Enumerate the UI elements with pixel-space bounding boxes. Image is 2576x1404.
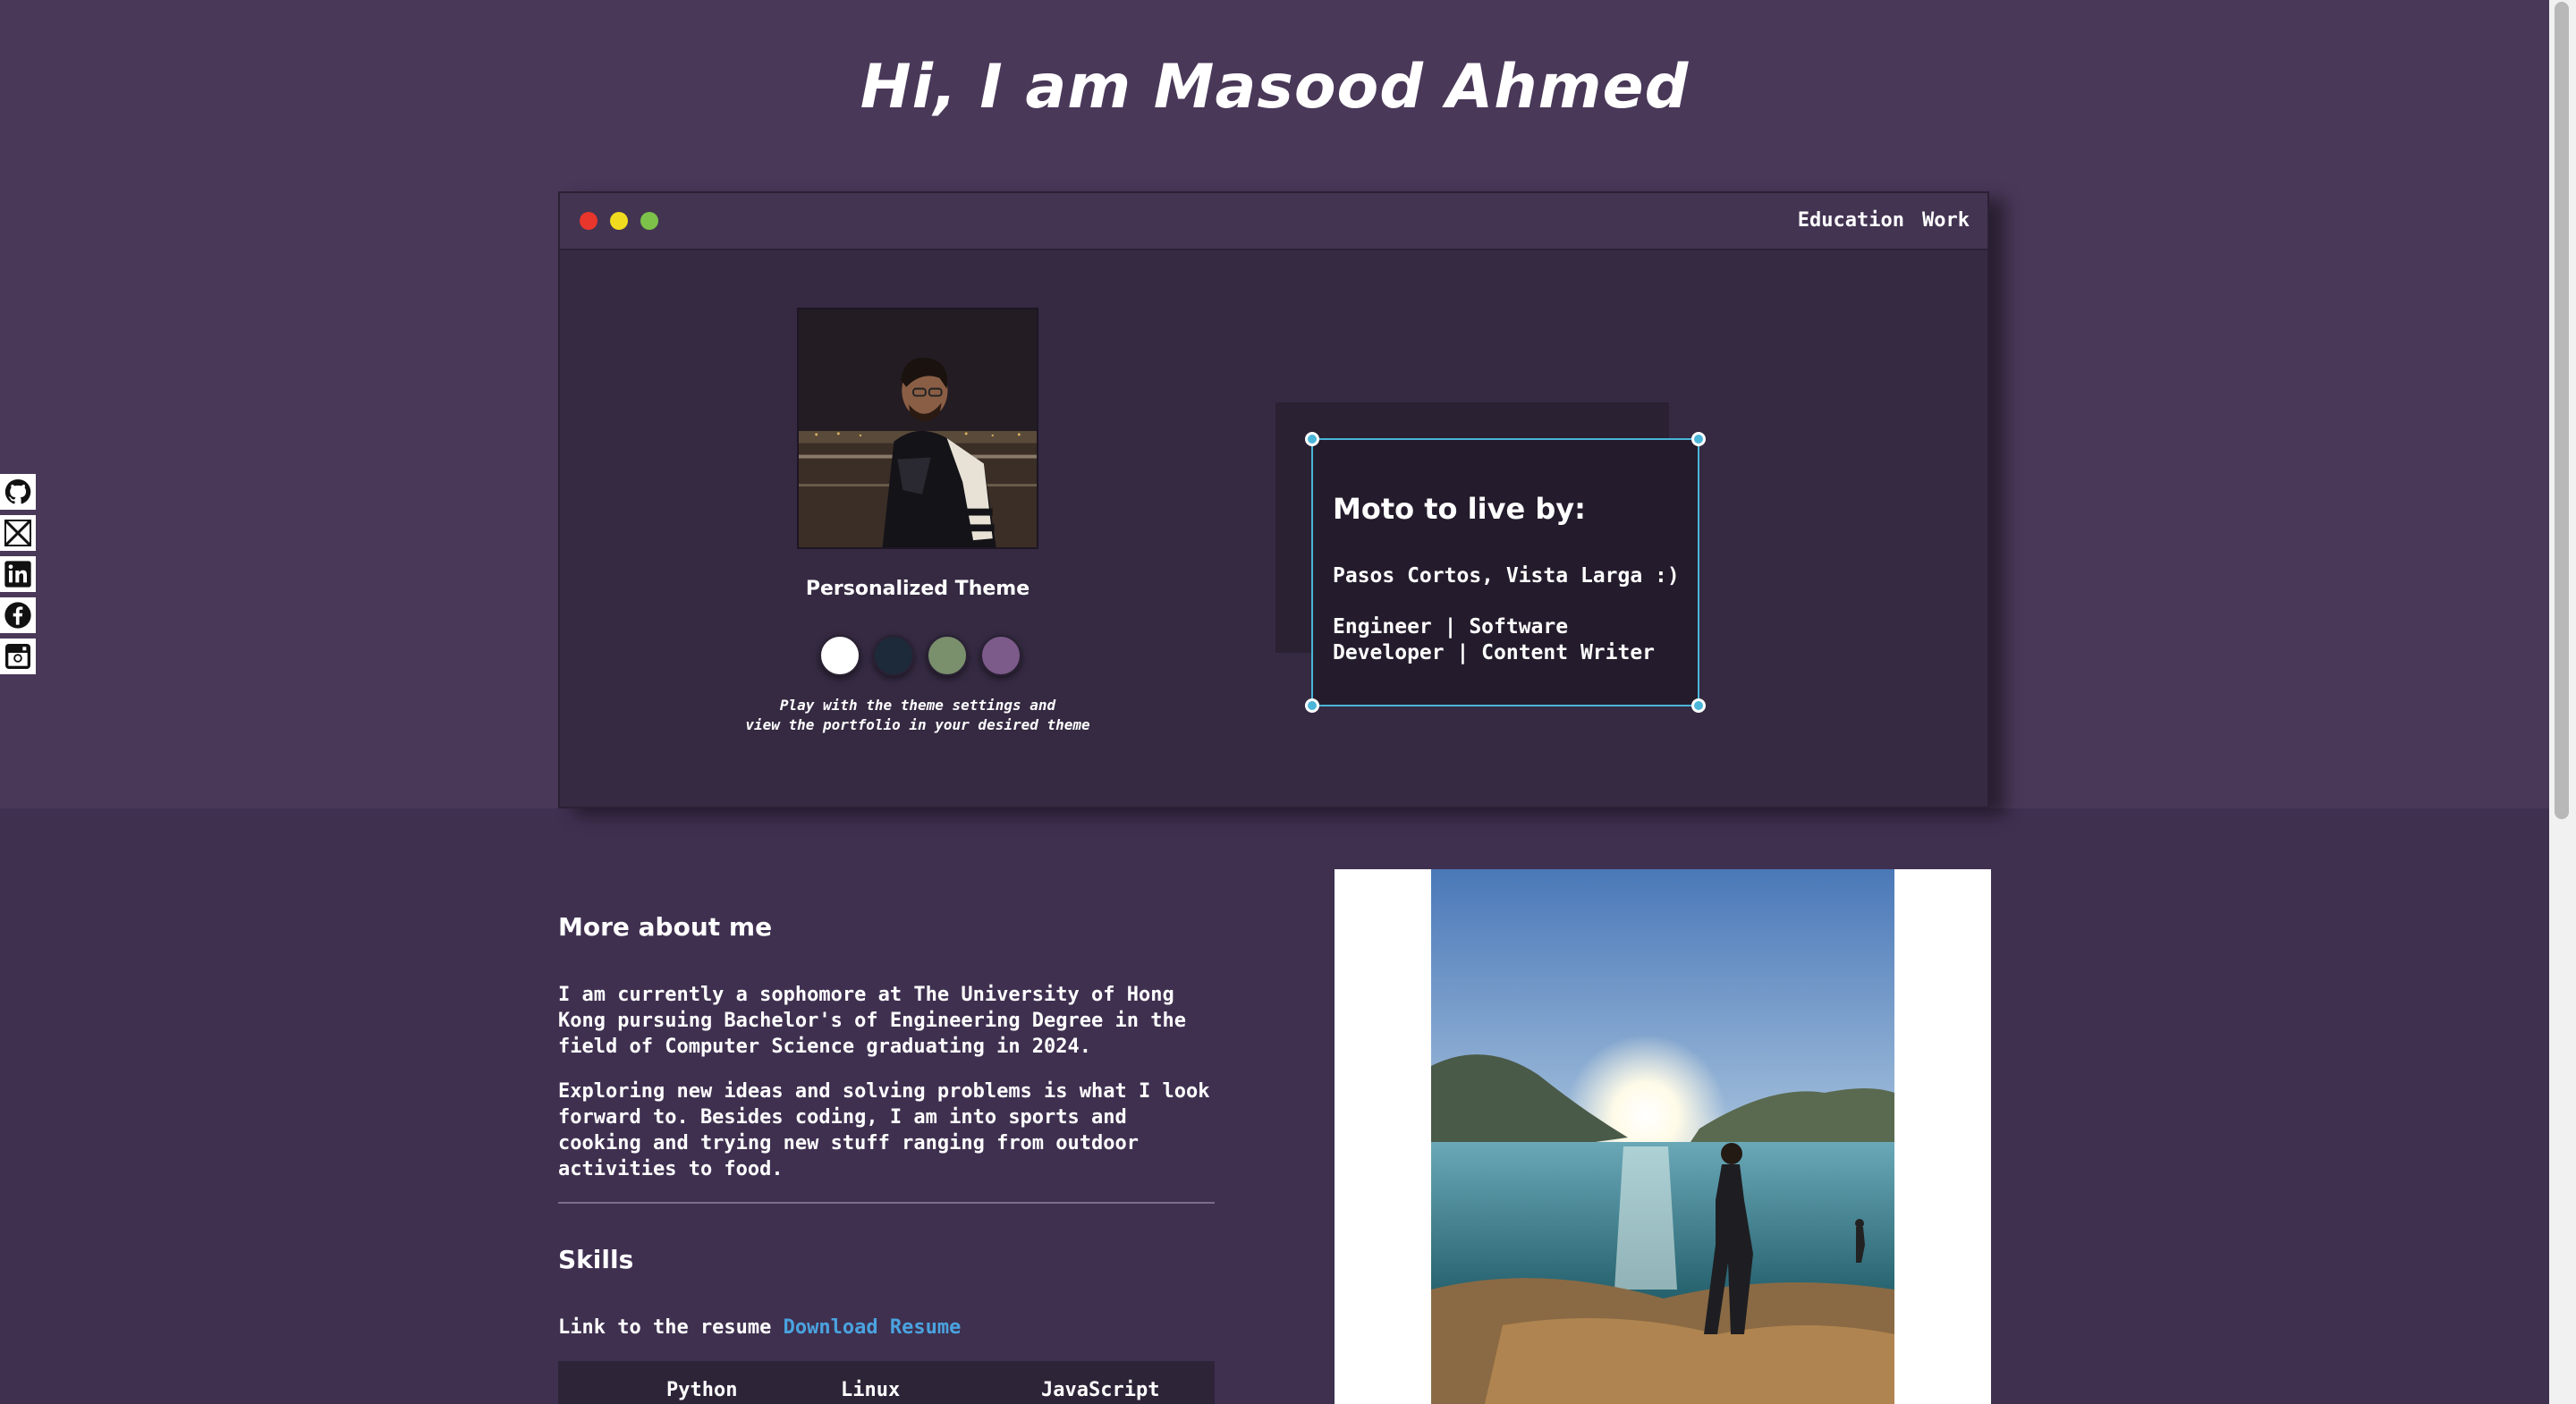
theme-heading: Personalized Theme	[805, 578, 1030, 600]
hero-section: Hi, I am Masood Ahmed Education Work Per…	[0, 0, 2549, 808]
skill-item: Linux	[841, 1379, 901, 1401]
linkedin-icon[interactable]	[0, 556, 36, 592]
window-titlebar: Education Work	[560, 193, 1987, 250]
about-paragraph-1: I am currently a sophomore at The Univer…	[558, 984, 1186, 1058]
skills-table: Python Linux JavaScript	[558, 1361, 1215, 1404]
intro-window: Education Work Personalized Theme Play w…	[558, 191, 1989, 808]
maximize-window-dot[interactable]	[640, 212, 658, 230]
resize-handle-top-left[interactable]	[1305, 432, 1319, 446]
hero-title: Hi, I am Masood Ahmed	[860, 52, 1690, 123]
resize-handle-bottom-left[interactable]	[1305, 698, 1319, 713]
moto-roles: Engineer | Software Developer | Content …	[1333, 615, 1656, 664]
about-heading: More about me	[558, 912, 773, 942]
page-scrollbar[interactable]	[2549, 0, 2576, 1404]
resume-line: Link to the resume Download Resume	[558, 1316, 961, 1339]
profile-photo	[797, 308, 1038, 549]
resize-handle-top-right[interactable]	[1691, 432, 1706, 446]
section-divider	[558, 1202, 1215, 1204]
minimize-window-dot[interactable]	[610, 212, 628, 230]
download-resume-link[interactable]: Download Resume	[784, 1316, 962, 1339]
window-nav: Education Work	[1798, 209, 1970, 232]
theme-swatch-white[interactable]	[819, 635, 860, 676]
theme-swatch-sage[interactable]	[927, 635, 968, 676]
moto-card: Moto to live by: Pasos Cortos, Vista Lar…	[1305, 432, 1706, 713]
theme-swatch-navy[interactable]	[873, 635, 914, 676]
theme-swatch-purple[interactable]	[980, 635, 1021, 676]
github-icon[interactable]	[0, 474, 36, 510]
skill-item: JavaScript	[1041, 1379, 1160, 1401]
theme-swatches	[819, 635, 1021, 676]
instagram-icon[interactable]	[0, 639, 36, 674]
resize-handle-bottom-right[interactable]	[1691, 698, 1706, 713]
moto-quote: Pasos Cortos, Vista Larga :)	[1333, 564, 1680, 588]
nav-education-link[interactable]: Education	[1798, 209, 1904, 232]
social-links	[0, 474, 36, 680]
moto-title: Moto to live by:	[1333, 492, 1586, 526]
skills-heading: Skills	[558, 1245, 634, 1274]
skill-item: Python	[666, 1379, 738, 1401]
landscape-photo	[1335, 869, 1991, 1404]
about-paragraph-2: Exploring new ideas and solving problems…	[558, 1080, 1210, 1180]
scrollbar-thumb[interactable]	[2555, 2, 2569, 819]
close-window-dot[interactable]	[580, 212, 597, 230]
resume-prefix: Link to the resume	[558, 1316, 772, 1339]
nav-work-link[interactable]: Work	[1922, 209, 1970, 232]
x-icon[interactable]	[0, 515, 36, 551]
facebook-icon[interactable]	[0, 597, 36, 633]
theme-note: Play with the theme settings and view th…	[745, 697, 1090, 733]
portfolio-page: Hi, I am Masood Ahmed Education Work Per…	[0, 0, 2576, 1404]
